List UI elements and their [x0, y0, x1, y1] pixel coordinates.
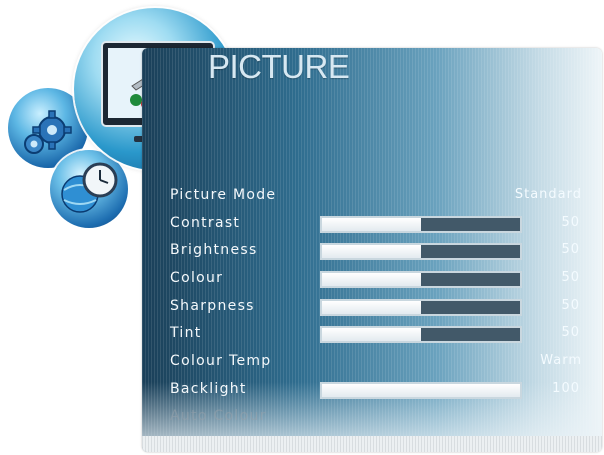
- menu-item-tint[interactable]: Tint 50: [170, 324, 590, 346]
- menu-footer-bar: [142, 436, 602, 452]
- menu-item-picture-mode[interactable]: Picture Mode Standard: [170, 186, 590, 208]
- slider-fill: [322, 245, 421, 258]
- contrast-slider[interactable]: [320, 216, 522, 233]
- menu-item-contrast[interactable]: Contrast 50: [170, 214, 590, 236]
- sharpness-slider[interactable]: [320, 299, 522, 316]
- brightness-value: 50: [561, 242, 580, 257]
- menu-item-colour-temp[interactable]: Colour Temp Warm: [170, 352, 590, 374]
- slider-fill: [322, 301, 421, 314]
- menu-item-colour[interactable]: Colour 50: [170, 269, 590, 291]
- sharpness-value: 50: [561, 298, 580, 313]
- menu-item-label: Picture Mode: [170, 187, 277, 203]
- backlight-slider[interactable]: [320, 382, 522, 399]
- slider-fill: [322, 384, 520, 397]
- colour-temp-value: Warm: [540, 353, 582, 368]
- menu-item-label: Auto Colour: [170, 408, 267, 424]
- tint-slider[interactable]: [320, 326, 522, 343]
- menu-item-brightness[interactable]: Brightness 50: [170, 241, 590, 263]
- slider-fill: [322, 328, 421, 341]
- picture-mode-value: Standard: [514, 187, 582, 202]
- tint-value: 50: [561, 325, 580, 340]
- menu-item-label: Colour Temp: [170, 353, 272, 369]
- menu-title: PICTURE: [208, 48, 350, 85]
- colour-value: 50: [561, 270, 580, 285]
- menu-item-label: Backlight: [170, 381, 247, 397]
- colour-slider[interactable]: [320, 271, 522, 288]
- menu-item-label: Colour: [170, 270, 224, 286]
- menu-item-auto-colour: Auto Colour: [170, 407, 590, 429]
- slider-fill: [322, 218, 421, 231]
- menu-item-label: Brightness: [170, 242, 258, 258]
- backlight-value: 100: [552, 381, 580, 396]
- slider-fill: [322, 273, 421, 286]
- brightness-slider[interactable]: [320, 243, 522, 260]
- menu-item-label: Sharpness: [170, 298, 255, 314]
- menu-item-backlight[interactable]: Backlight 100: [170, 380, 590, 402]
- contrast-value: 50: [561, 215, 580, 230]
- menu-item-label: Tint: [170, 325, 202, 341]
- menu-item-label: Contrast: [170, 215, 241, 231]
- menu-item-sharpness[interactable]: Sharpness 50: [170, 297, 590, 319]
